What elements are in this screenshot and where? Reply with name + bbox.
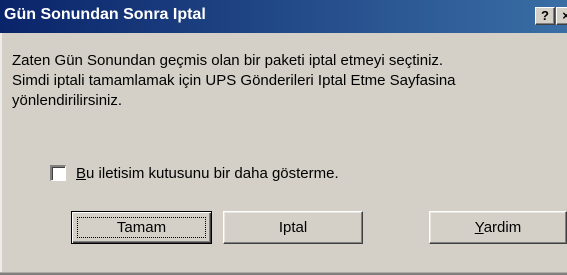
ok-button[interactable]: Tamam — [71, 211, 212, 244]
checkbox-label-text: u iletisim kutusunu bir daha gösterme. — [86, 164, 339, 182]
help-button[interactable]: Yardim — [429, 211, 567, 244]
window-title: Gün Sonundan Sonra Iptal — [4, 6, 206, 23]
focus-rectangle — [77, 217, 206, 238]
cancel-button[interactable]: Iptal — [223, 211, 363, 244]
dont-show-again-row[interactable]: Bu iletisim kutusunu bir daha gösterme. — [50, 163, 339, 183]
checkbox-mnemonic: B — [76, 164, 87, 182]
help-button-label: ardim — [483, 219, 522, 236]
message-text: Zaten Gün Sonundan geçmis olan bir paket… — [12, 51, 562, 111]
message-line: yönlendirilirsiniz. — [12, 92, 123, 109]
close-icon[interactable]: × — [556, 7, 567, 25]
message-line: Simdi iptali tamamlamak için UPS Gönderi… — [12, 72, 456, 89]
help-icon[interactable]: ? — [535, 7, 555, 25]
message-line: Zaten Gün Sonundan geçmis olan bir paket… — [12, 52, 444, 69]
title-bar[interactable]: Gün Sonundan Sonra Iptal ? × — [0, 0, 567, 33]
dont-show-again-checkbox[interactable] — [50, 165, 66, 181]
window-border — [0, 33, 2, 275]
dont-show-again-label[interactable]: Bu iletisim kutusunu bir daha gösterme. — [76, 165, 339, 182]
cancel-button-label: Iptal — [278, 219, 308, 236]
dialog-window: Gün Sonundan Sonra Iptal ? × Zaten Gün S… — [0, 0, 567, 275]
help-button-mnemonic: Y — [474, 219, 484, 236]
